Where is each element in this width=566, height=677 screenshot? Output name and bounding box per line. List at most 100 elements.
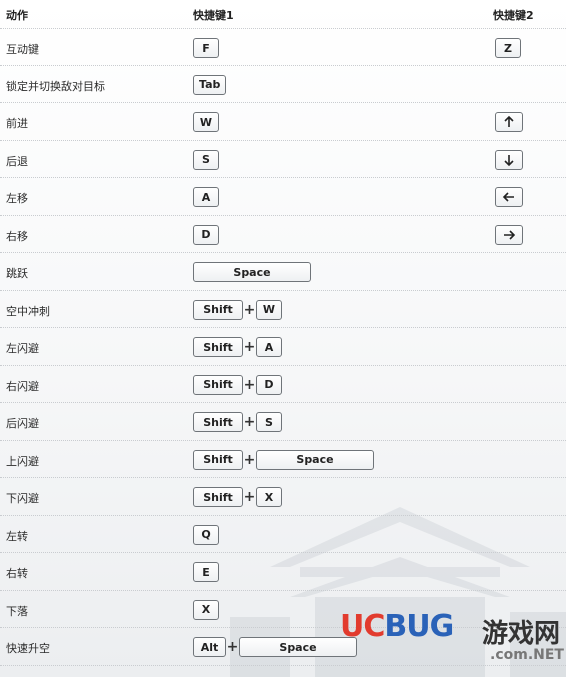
action-label: 左移 bbox=[6, 192, 28, 205]
primary-shortcut: X bbox=[193, 599, 219, 621]
keycap: Shift bbox=[193, 299, 243, 320]
keycap: S bbox=[256, 412, 282, 432]
action-label: 跳跃 bbox=[6, 267, 28, 280]
action-label: 下闪避 bbox=[6, 492, 39, 505]
arrow-right-icon bbox=[504, 229, 516, 240]
keycap: Tab bbox=[193, 74, 227, 95]
plus-sign: + bbox=[243, 376, 256, 393]
action-label: 互动键 bbox=[6, 43, 39, 56]
primary-shortcut: W bbox=[193, 111, 219, 133]
keycap: Shift bbox=[193, 449, 243, 470]
keycap: X bbox=[256, 487, 282, 507]
keybinding-row: 左闪避 Shift + A bbox=[0, 328, 566, 366]
primary-shortcut: Shift + S bbox=[193, 411, 282, 433]
keybinding-table: 互动键 F Z 锁定并切换敌对目标 Tab 前进 W 后退 S 左移 A 右移 D 跳跃 Space 空中冲刺… bbox=[0, 28, 566, 666]
key1-column-header: 快捷键1 bbox=[193, 9, 234, 22]
primary-shortcut: Shift + A bbox=[193, 336, 282, 358]
keybinding-row: 下闪避 Shift + X bbox=[0, 478, 566, 516]
action-label: 前进 bbox=[6, 117, 28, 130]
table-header: 动作 快捷键1 快捷键2 bbox=[0, 0, 566, 28]
keycap: Shift bbox=[193, 412, 243, 432]
watermark-logo: UCBUG 游戏网 .com.NET bbox=[340, 609, 564, 669]
keybinding-row: 左转 Q bbox=[0, 516, 566, 553]
action-label: 左闪避 bbox=[6, 342, 39, 355]
action-label: 右闪避 bbox=[6, 379, 39, 393]
plus-sign: + bbox=[243, 339, 256, 355]
arrow-down-icon bbox=[504, 154, 514, 166]
primary-shortcut: A bbox=[193, 186, 219, 208]
action-label: 左转 bbox=[6, 529, 28, 543]
keycap: S bbox=[193, 149, 219, 170]
keycap: Space bbox=[193, 262, 311, 282]
keybinding-row: 上闪避 Shift + Space bbox=[0, 441, 566, 478]
keybinding-row: 左移 A bbox=[0, 178, 566, 216]
keycap: Shift bbox=[193, 487, 243, 507]
primary-shortcut: Alt + Space bbox=[193, 636, 357, 658]
keybinding-row: 右闪避 Shift + D bbox=[0, 366, 566, 403]
primary-shortcut: Shift + W bbox=[193, 299, 282, 321]
watermark-cn: 游戏网 bbox=[482, 619, 561, 649]
arrow-up-icon bbox=[504, 115, 514, 127]
action-label: 右移 bbox=[6, 229, 28, 243]
watermark-bug: BUG bbox=[384, 609, 454, 644]
action-label: 锁定并切换敌对目标 bbox=[6, 79, 105, 93]
secondary-shortcut bbox=[495, 186, 523, 208]
keycap: X bbox=[193, 599, 219, 620]
keybinding-row: 右转 E bbox=[0, 553, 566, 591]
arrow-left-icon bbox=[502, 192, 514, 202]
primary-shortcut: D bbox=[193, 224, 219, 246]
action-label: 快速升空 bbox=[6, 642, 50, 655]
secondary-shortcut bbox=[495, 111, 523, 133]
keycap: W bbox=[193, 112, 219, 132]
primary-shortcut: S bbox=[193, 149, 219, 171]
primary-shortcut: Space bbox=[193, 261, 311, 283]
keybinding-row: 后闪避 Shift + S bbox=[0, 403, 566, 441]
action-column-header: 动作 bbox=[6, 9, 28, 22]
key-arrow-up bbox=[495, 112, 523, 132]
primary-shortcut: Tab bbox=[193, 74, 227, 96]
watermark-uc: UC bbox=[340, 609, 385, 644]
keycap: Shift bbox=[193, 374, 243, 395]
keycap: Shift bbox=[193, 337, 243, 357]
keycap: D bbox=[256, 374, 282, 395]
keycap: A bbox=[256, 337, 282, 357]
primary-shortcut: E bbox=[193, 561, 219, 583]
action-label: 后闪避 bbox=[6, 417, 39, 430]
plus-sign: + bbox=[243, 451, 256, 468]
keybinding-row: 右移 D bbox=[0, 216, 566, 253]
keybinding-row: 前进 W bbox=[0, 103, 566, 141]
keycap: Space bbox=[256, 449, 374, 470]
primary-shortcut: Shift + Space bbox=[193, 449, 374, 471]
keybinding-row: 锁定并切换敌对目标 Tab bbox=[0, 66, 566, 103]
keybinding-row: 跳跃 Space bbox=[0, 253, 566, 291]
keycap: D bbox=[193, 224, 219, 245]
plus-sign: + bbox=[226, 639, 239, 655]
keycap: E bbox=[193, 562, 219, 582]
plus-sign: + bbox=[243, 301, 256, 318]
key-arrow-right bbox=[495, 224, 523, 245]
key-arrow-left bbox=[495, 187, 523, 207]
action-label: 后退 bbox=[6, 154, 28, 168]
keycap: Alt bbox=[193, 637, 226, 657]
action-label: 右转 bbox=[6, 567, 28, 580]
watermark-domain: .com.NET bbox=[490, 647, 564, 663]
watermark-brand: UCBUG bbox=[340, 609, 454, 644]
primary-shortcut: Shift + D bbox=[193, 374, 282, 396]
secondary-shortcut bbox=[495, 149, 523, 171]
primary-shortcut: Shift + X bbox=[193, 486, 282, 508]
primary-shortcut: F bbox=[193, 37, 219, 59]
keybinding-row: 互动键 F Z bbox=[0, 28, 566, 66]
primary-shortcut: Q bbox=[193, 524, 219, 546]
key-arrow-down bbox=[495, 149, 523, 170]
secondary-shortcut: Z bbox=[495, 37, 521, 59]
keycap: Z bbox=[495, 38, 521, 58]
secondary-shortcut bbox=[495, 224, 523, 246]
plus-sign: + bbox=[243, 489, 256, 505]
action-label: 空中冲刺 bbox=[6, 304, 50, 318]
action-label: 上闪避 bbox=[6, 454, 39, 468]
key2-column-header: 快捷键2 bbox=[493, 9, 534, 22]
keycap: W bbox=[256, 299, 282, 320]
keybinding-row: 后退 S bbox=[0, 141, 566, 178]
keycap: Q bbox=[193, 524, 219, 545]
keycap: A bbox=[193, 187, 219, 207]
